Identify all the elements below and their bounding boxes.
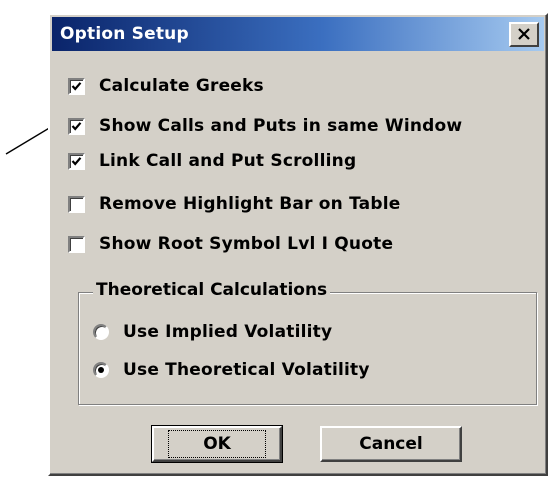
title-bar[interactable]: Option Setup	[52, 17, 544, 51]
radio-label: Use Theoretical Volatility	[123, 360, 370, 380]
ok-button-label: OK	[168, 430, 266, 458]
option-show-calls-puts[interactable]: Show Calls and Puts in same Window	[68, 113, 462, 139]
close-x-icon	[518, 28, 530, 40]
screenshot-stage: Option Setup Calculate Greeks Show Calls…	[0, 0, 552, 482]
ok-button[interactable]: OK	[151, 425, 283, 463]
option-show-root-symbol[interactable]: Show Root Symbol Lvl I Quote	[68, 231, 393, 257]
checkbox-show-root-symbol[interactable]	[68, 235, 85, 253]
group-title: Theoretical Calculations	[93, 280, 331, 300]
radio-theoretical-volatility[interactable]: Use Theoretical Volatility	[93, 357, 370, 383]
checkmark-icon	[71, 121, 82, 131]
radio-button[interactable]	[93, 362, 109, 378]
option-label: Calculate Greeks	[99, 76, 264, 96]
option-link-scrolling[interactable]: Link Call and Put Scrolling	[68, 148, 356, 174]
checkmark-icon	[71, 156, 82, 166]
checkbox-calculate-greeks[interactable]	[68, 77, 85, 95]
option-label: Link Call and Put Scrolling	[99, 151, 357, 171]
cancel-button[interactable]: Cancel	[320, 426, 462, 462]
theoretical-calculations-group: Theoretical Calculations Use Implied Vol…	[78, 280, 537, 405]
window-title: Option Setup	[60, 24, 189, 44]
close-button[interactable]	[509, 21, 539, 47]
checkmark-icon	[71, 81, 82, 91]
radio-button[interactable]	[93, 324, 109, 340]
option-label: Remove Highlight Bar on Table	[99, 194, 401, 214]
option-remove-highlight[interactable]: Remove Highlight Bar on Table	[68, 191, 400, 217]
option-setup-dialog: Option Setup Calculate Greeks Show Calls…	[48, 13, 548, 476]
checkbox-link-scrolling[interactable]	[68, 152, 85, 170]
option-label: Show Root Symbol Lvl I Quote	[99, 234, 394, 254]
checkbox-remove-highlight[interactable]	[68, 195, 85, 213]
radio-implied-volatility[interactable]: Use Implied Volatility	[93, 319, 332, 345]
radio-label: Use Implied Volatility	[123, 322, 333, 342]
option-label: Show Calls and Puts in same Window	[99, 116, 463, 136]
cancel-button-label: Cancel	[359, 434, 423, 454]
radio-selected-dot-icon	[98, 367, 104, 373]
option-calculate-greeks[interactable]: Calculate Greeks	[68, 73, 264, 99]
checkbox-show-calls-puts[interactable]	[68, 117, 85, 135]
